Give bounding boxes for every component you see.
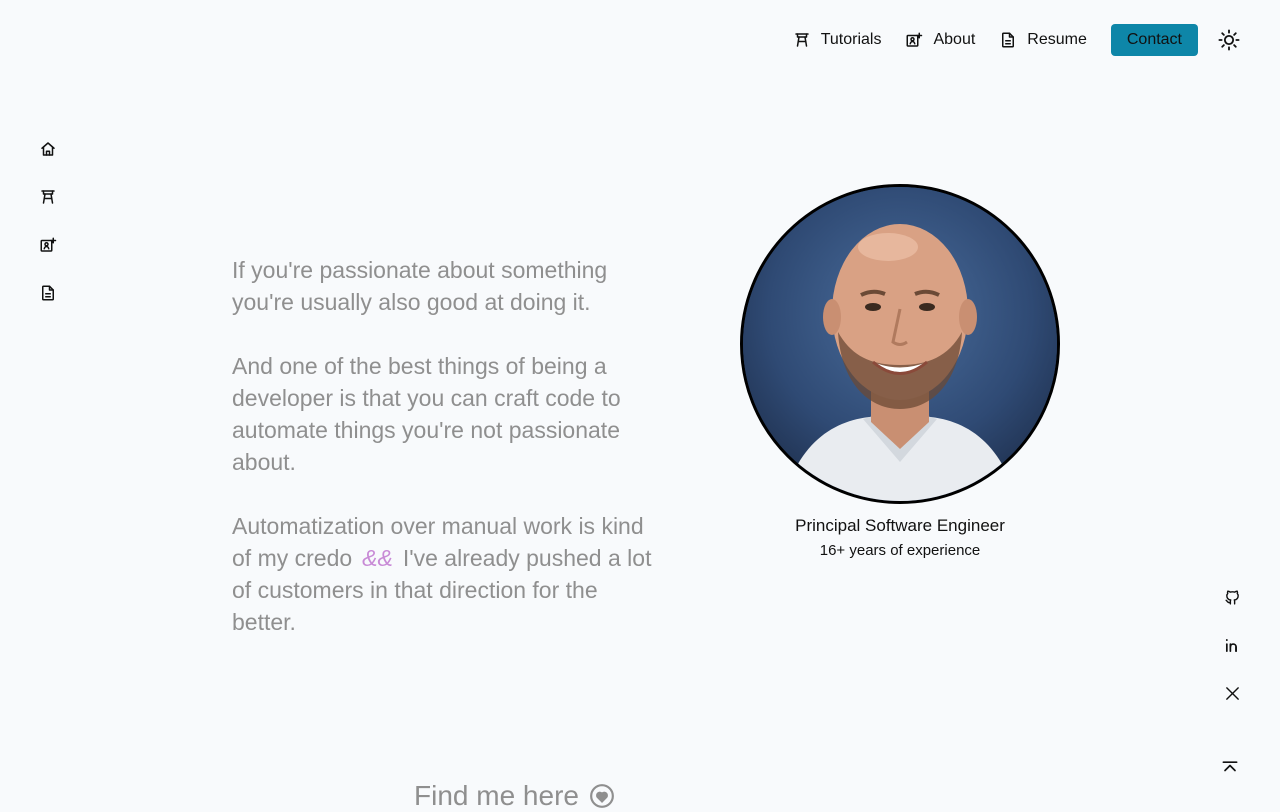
social-links xyxy=(1222,587,1242,731)
rail-home[interactable] xyxy=(38,139,58,159)
home-icon xyxy=(41,142,55,156)
rail-about[interactable] xyxy=(38,235,58,255)
find-me-label: Find me here xyxy=(414,780,579,811)
about-icon xyxy=(40,237,57,252)
github-icon xyxy=(1224,589,1239,605)
intro-paragraph-3: Automatization over manual work is kind … xyxy=(232,510,652,638)
intro-paragraph-2: And one of the best things of being a de… xyxy=(232,353,621,475)
find-me-heading: Find me here xyxy=(414,780,615,812)
sun-icon xyxy=(1218,29,1240,51)
portrait-photo xyxy=(743,187,1057,501)
theme-toggle[interactable] xyxy=(1218,29,1240,51)
resume-icon xyxy=(42,285,54,301)
left-side-nav xyxy=(38,139,58,331)
top-navigation: Tutorials About Resume Contact xyxy=(793,24,1240,56)
credo-ampersand: && xyxy=(362,545,393,571)
profile-card: Principal Software Engineer 16+ years of… xyxy=(740,184,1060,559)
profile-experience: 16+ years of experience xyxy=(819,542,981,559)
scroll-top-icon xyxy=(1222,761,1238,772)
nav-tutorials-label: Tutorials xyxy=(820,31,882,48)
linkedin-icon xyxy=(1225,638,1237,652)
linkedin-link[interactable] xyxy=(1222,635,1242,655)
nav-resume[interactable]: Resume xyxy=(999,31,1087,49)
heart-icon xyxy=(590,784,614,808)
resume-icon xyxy=(1002,32,1015,48)
rail-tutorials[interactable] xyxy=(38,187,58,207)
tutorials-icon xyxy=(41,190,55,204)
scroll-to-top-button[interactable] xyxy=(1220,758,1240,778)
avatar xyxy=(740,184,1060,504)
nav-tutorials[interactable]: Tutorials xyxy=(793,31,882,49)
github-link[interactable] xyxy=(1222,587,1242,607)
x-link[interactable] xyxy=(1222,683,1242,703)
contact-button[interactable]: Contact xyxy=(1110,24,1198,56)
nav-resume-label: Resume xyxy=(1027,31,1087,48)
nav-about-label: About xyxy=(933,31,976,48)
intro-paragraph-1: If you're passionate about something you… xyxy=(232,257,608,315)
tutorials-icon xyxy=(794,33,809,47)
nav-about[interactable]: About xyxy=(905,31,975,49)
profile-title: Principal Software Engineer xyxy=(795,516,1005,535)
x-icon xyxy=(1225,686,1239,700)
about-icon xyxy=(906,32,923,47)
rail-resume[interactable] xyxy=(38,283,58,303)
intro-text: If you're passionate about something you… xyxy=(232,254,652,670)
